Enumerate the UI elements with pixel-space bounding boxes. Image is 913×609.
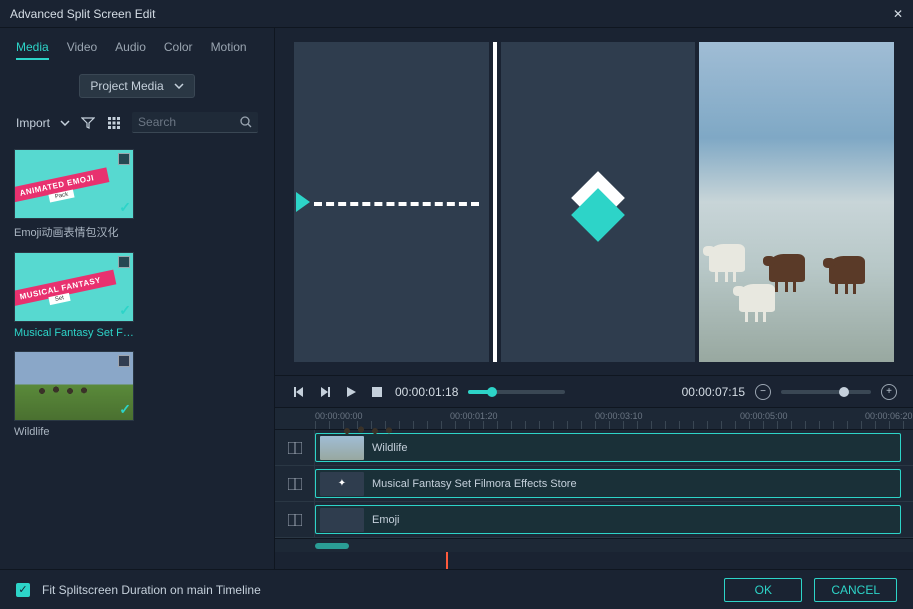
import-label: Import <box>16 116 50 130</box>
import-row: Import <box>16 112 258 133</box>
filmstrip-icon <box>118 355 130 367</box>
media-thumbnail: ✓ <box>14 351 134 421</box>
window-title: Advanced Split Screen Edit <box>10 7 155 21</box>
tabs: Media Video Audio Color Motion <box>10 36 264 68</box>
clip-label: Wildlife <box>372 442 407 454</box>
current-timecode: 00:00:01:18 <box>395 385 458 399</box>
tab-motion[interactable]: Motion <box>211 40 247 60</box>
player-controls: 00:00:01:18 00:00:07:15 − + <box>275 375 913 407</box>
search-input[interactable] <box>138 115 240 129</box>
project-media-select[interactable]: Project Media <box>79 74 194 98</box>
horse-graphic <box>739 284 775 312</box>
main-area: Media Video Audio Color Motion Project M… <box>0 28 913 569</box>
horse-graphic <box>829 256 865 284</box>
zoom-slider[interactable] <box>781 390 871 394</box>
tab-video[interactable]: Video <box>67 40 97 60</box>
window: Advanced Split Screen Edit ✕ Media Video… <box>0 0 913 609</box>
tab-audio[interactable]: Audio <box>115 40 146 60</box>
search-icon[interactable] <box>240 116 252 128</box>
track-body[interactable]: Emoji <box>315 502 913 537</box>
scrollbar-thumb[interactable] <box>315 543 349 549</box>
chevron-down-icon[interactable] <box>60 120 70 126</box>
ruler-label: 00:00:01:20 <box>450 411 498 421</box>
track-body[interactable]: Wildlife <box>315 430 913 465</box>
footer: ✓ Fit Splitscreen Duration on main Timel… <box>0 569 913 609</box>
search-box <box>132 112 258 133</box>
horse-graphic <box>709 244 745 272</box>
horse-graphic <box>769 254 805 282</box>
ruler-label: 00:00:05:00 <box>740 411 788 421</box>
project-media-row: Project Media <box>10 74 264 98</box>
preview-area <box>275 28 913 375</box>
zoom-in-button[interactable]: + <box>881 384 897 400</box>
media-label: Musical Fantasy Set Film... <box>14 327 134 339</box>
track-row: Wildlife <box>275 430 913 466</box>
media-item-wildlife[interactable]: ✓ Wildlife <box>14 351 138 438</box>
left-panel: Media Video Audio Color Motion Project M… <box>0 28 275 569</box>
stop-button[interactable] <box>369 384 385 400</box>
track-head-icon[interactable] <box>275 502 315 537</box>
timeline-clip[interactable]: Wildlife <box>315 433 901 462</box>
timeline-clip[interactable]: ✦ Musical Fantasy Set Filmora Effects St… <box>315 469 901 498</box>
media-item-musical[interactable]: MUSICAL FANTASY Set ✓ Musical Fantasy Se… <box>14 252 138 339</box>
ruler-label: 00:00:00:00 <box>315 411 363 421</box>
media-list: ANIMATED EMOJI Pack ✓ Emoji动画表情包汉化 MUSIC… <box>10 141 264 561</box>
split-pane-3[interactable] <box>699 42 894 362</box>
media-thumbnail: MUSICAL FANTASY Set ✓ <box>14 252 134 322</box>
horizontal-scrollbar[interactable] <box>275 538 913 552</box>
pane-divider[interactable] <box>493 42 497 362</box>
preview-canvas[interactable] <box>294 42 894 362</box>
check-icon: ✓ <box>119 302 131 319</box>
project-media-label: Project Media <box>90 79 163 93</box>
close-icon[interactable]: ✕ <box>893 7 903 21</box>
track-head-icon[interactable] <box>275 466 315 501</box>
ruler-label: 00:00:06:20 <box>865 411 913 421</box>
play-button[interactable] <box>343 384 359 400</box>
grid-view-icon[interactable] <box>106 115 122 131</box>
fit-duration-label: Fit Splitscreen Duration on main Timelin… <box>42 583 261 597</box>
media-label: Emoji动画表情包汉化 <box>14 224 134 240</box>
titlebar: Advanced Split Screen Edit ✕ <box>0 0 913 28</box>
track-row: Emoji <box>275 502 913 538</box>
import-button[interactable]: Import <box>16 116 50 130</box>
filmstrip-icon <box>118 256 130 268</box>
tracks: Wildlife ✦ Musical Fantasy Set Filmora E… <box>275 430 913 569</box>
tab-media[interactable]: Media <box>16 40 49 60</box>
ok-button[interactable]: OK <box>724 578 802 602</box>
track-row: ✦ Musical Fantasy Set Filmora Effects St… <box>275 466 913 502</box>
next-frame-button[interactable] <box>317 384 333 400</box>
check-icon: ✓ <box>119 401 131 418</box>
progress-slider[interactable] <box>468 390 565 394</box>
timeline: 00:00:00:00 00:00:01:20 00:00:03:10 00:0… <box>275 407 913 569</box>
split-pane-2[interactable] <box>501 42 696 362</box>
media-item-emoji[interactable]: ANIMATED EMOJI Pack ✓ Emoji动画表情包汉化 <box>14 149 138 240</box>
cancel-button[interactable]: CANCEL <box>814 578 897 602</box>
prev-frame-button[interactable] <box>291 384 307 400</box>
clip-label: Musical Fantasy Set Filmora Effects Stor… <box>372 478 577 490</box>
zoom-out-button[interactable]: − <box>755 384 771 400</box>
ruler-label: 00:00:03:10 <box>595 411 643 421</box>
chevron-down-icon <box>174 83 184 89</box>
split-pane-1[interactable] <box>294 42 489 362</box>
filmstrip-icon <box>118 153 130 165</box>
timeline-clip[interactable]: Emoji <box>315 505 901 534</box>
dashed-line <box>314 202 479 206</box>
track-body[interactable]: ✦ Musical Fantasy Set Filmora Effects St… <box>315 466 913 501</box>
clip-thumbnail <box>320 508 364 532</box>
play-arrow-icon <box>296 192 310 212</box>
clip-thumbnail: ✦ <box>320 472 364 496</box>
media-thumbnail: ANIMATED EMOJI Pack ✓ <box>14 149 134 219</box>
right-panel: 00:00:01:18 00:00:07:15 − + 00:00:00:00 … <box>275 28 913 569</box>
clip-thumbnail <box>320 436 364 460</box>
check-icon: ✓ <box>119 199 131 216</box>
track-head-icon[interactable] <box>275 430 315 465</box>
clip-label: Emoji <box>372 514 400 526</box>
fit-duration-checkbox[interactable]: ✓ <box>16 583 30 597</box>
media-label: Wildlife <box>14 426 134 438</box>
total-timecode: 00:00:07:15 <box>682 385 745 399</box>
tab-color[interactable]: Color <box>164 40 193 60</box>
diamond-logo-icon <box>571 171 625 225</box>
filter-icon[interactable] <box>80 115 96 131</box>
